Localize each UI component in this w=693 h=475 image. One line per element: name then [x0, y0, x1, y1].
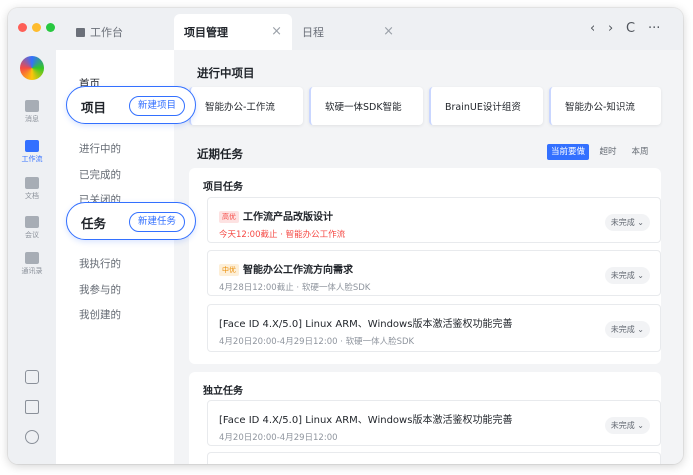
nav-item-completed[interactable]: 已完成的: [79, 167, 121, 182]
project-card[interactable]: BrainUE设计组资: [429, 87, 543, 125]
new-task-button[interactable]: 新建任务: [128, 212, 185, 232]
title-bar: 工作台 项目管理 × 日程 × ‹ › C ···: [8, 8, 683, 50]
project-card[interactable]: 软硬一体SDK智能: [309, 87, 423, 125]
task-title: 智能办公工作流方向需求: [243, 265, 353, 276]
task-row[interactable]: [Face ID 4.X/5.0] Linux ARM、Windows版本激活鉴…: [207, 400, 661, 446]
independent-tasks-title: 独立任务: [203, 386, 243, 397]
close-window-button[interactable]: [18, 23, 27, 32]
task-name: 中优 智能办公工作流方向需求: [219, 261, 353, 276]
task-row[interactable]: 高优 工作流产品改版设计 今天12:00截止 · 智能办公工作流 未完成 ⌄: [207, 197, 661, 243]
task-name: 高优 工作流产品改版设计: [219, 208, 333, 223]
back-icon[interactable]: ‹: [590, 21, 595, 36]
task-row[interactable]: [207, 452, 661, 464]
forward-icon[interactable]: ›: [608, 21, 613, 36]
close-tab-icon[interactable]: ×: [271, 24, 282, 39]
task-row[interactable]: 中优 智能办公工作流方向需求 4月28日12:00截止 · 软硬一体人脸SDK 未…: [207, 250, 661, 296]
rail-label: 会议: [25, 231, 39, 239]
task-meta: 4月20日20:00-4月29日12:00: [219, 433, 338, 443]
rail-label: 消息: [25, 115, 39, 123]
rail-item-docs[interactable]: 文档: [8, 177, 56, 201]
rail-label: 工作流: [21, 155, 43, 163]
priority-badge: 中优: [219, 264, 239, 276]
refresh-icon[interactable]: C: [626, 21, 635, 36]
app-rail: 消息 工作流 文档 会议 通讯录: [8, 50, 56, 464]
rail-label: 文档: [25, 192, 39, 200]
maximize-window-button[interactable]: [46, 23, 55, 32]
project-tasks-title: 项目任务: [203, 182, 243, 193]
project-tasks-panel: 项目任务 高优 工作流产品改版设计 今天12:00截止 · 智能办公工作流 未完成…: [189, 168, 661, 364]
task-group-header: 任务 新建任务: [66, 202, 196, 240]
rail-item-meetings[interactable]: 会议: [8, 216, 56, 240]
close-tab-icon[interactable]: ×: [383, 24, 394, 39]
independent-tasks-panel: 独立任务 [Face ID 4.X/5.0] Linux ARM、Windows…: [189, 372, 661, 464]
task-group-title: 任务: [81, 216, 107, 231]
tab-label: 工作台: [90, 26, 123, 39]
task-row[interactable]: [Face ID 4.X/5.0] Linux ARM、Windows版本激活鉴…: [207, 304, 661, 352]
nav-item-created-by-me[interactable]: 我创建的: [79, 307, 121, 322]
project-card[interactable]: 智能办公-工作流: [189, 87, 303, 125]
rail-item-messages[interactable]: 消息: [8, 100, 56, 124]
filter-this-week[interactable]: 本周: [625, 144, 655, 160]
more-icon[interactable]: ···: [648, 21, 660, 36]
doc-icon: [25, 177, 39, 189]
project-group-header: 项目 新建项目: [66, 86, 196, 124]
recent-tasks-title: 近期任务: [197, 147, 243, 161]
note-icon[interactable]: [25, 400, 39, 414]
status-dropdown[interactable]: 未完成 ⌄: [604, 417, 650, 434]
avatar[interactable]: [20, 56, 44, 80]
app-window: 工作台 项目管理 × 日程 × ‹ › C ··· 消息 工作流 文档 会议 通…: [8, 8, 683, 464]
tab-calendar[interactable]: 日程 ×: [292, 14, 404, 50]
rail-label: 通讯录: [21, 267, 43, 275]
message-icon: [25, 100, 39, 112]
status-dropdown[interactable]: 未完成 ⌄: [604, 214, 650, 231]
new-project-button[interactable]: 新建项目: [128, 96, 185, 116]
task-title: [Face ID 4.X/5.0] Linux ARM、Windows版本激活鉴…: [219, 415, 513, 426]
nav-item-participating[interactable]: 我参与的: [79, 282, 121, 297]
tab-workbench[interactable]: 工作台: [66, 14, 174, 50]
nav-item-assigned-to-me[interactable]: 我执行的: [79, 256, 121, 271]
task-title: 工作流产品改版设计: [243, 212, 333, 223]
ongoing-projects-title: 进行中项目: [197, 66, 255, 80]
tab-project-management[interactable]: 项目管理 ×: [174, 14, 292, 50]
minimize-window-button[interactable]: [32, 23, 41, 32]
tab-label: 日程: [302, 26, 324, 39]
rail-item-contacts[interactable]: 通讯录: [8, 252, 56, 276]
filter-current[interactable]: 当前要做: [547, 144, 589, 160]
task-title: [Face ID 4.X/5.0] Linux ARM、Windows版本激活鉴…: [219, 319, 513, 330]
phone-icon[interactable]: [25, 370, 39, 384]
rail-item-workflow[interactable]: 工作流: [8, 140, 56, 164]
task-meta: 4月28日12:00截止 · 软硬一体人脸SDK: [219, 283, 371, 293]
more-icon[interactable]: [25, 430, 39, 444]
status-dropdown[interactable]: 未完成 ⌄: [604, 267, 650, 284]
video-icon: [25, 216, 39, 228]
project-card[interactable]: 智能办公-知识流: [549, 87, 661, 125]
status-dropdown[interactable]: 未完成 ⌄: [604, 321, 650, 338]
nav-item-in-progress[interactable]: 进行中的: [79, 141, 121, 156]
task-meta: 今天12:00截止 · 智能办公工作流: [219, 230, 346, 240]
project-group-title: 项目: [81, 100, 107, 115]
grid-icon: [76, 27, 85, 37]
contacts-icon: [25, 252, 39, 264]
task-meta: 4月20日20:00-4月29日12:00 · 软硬一体人脸SDK: [219, 337, 415, 347]
tab-label: 项目管理: [184, 26, 228, 39]
main-content: 进行中项目 智能办公-工作流 软硬一体SDK智能 BrainUE设计组资 智能办…: [181, 50, 683, 464]
workflow-icon: [25, 140, 39, 152]
filter-overdue[interactable]: 超时: [595, 144, 621, 160]
priority-badge: 高优: [219, 211, 239, 223]
